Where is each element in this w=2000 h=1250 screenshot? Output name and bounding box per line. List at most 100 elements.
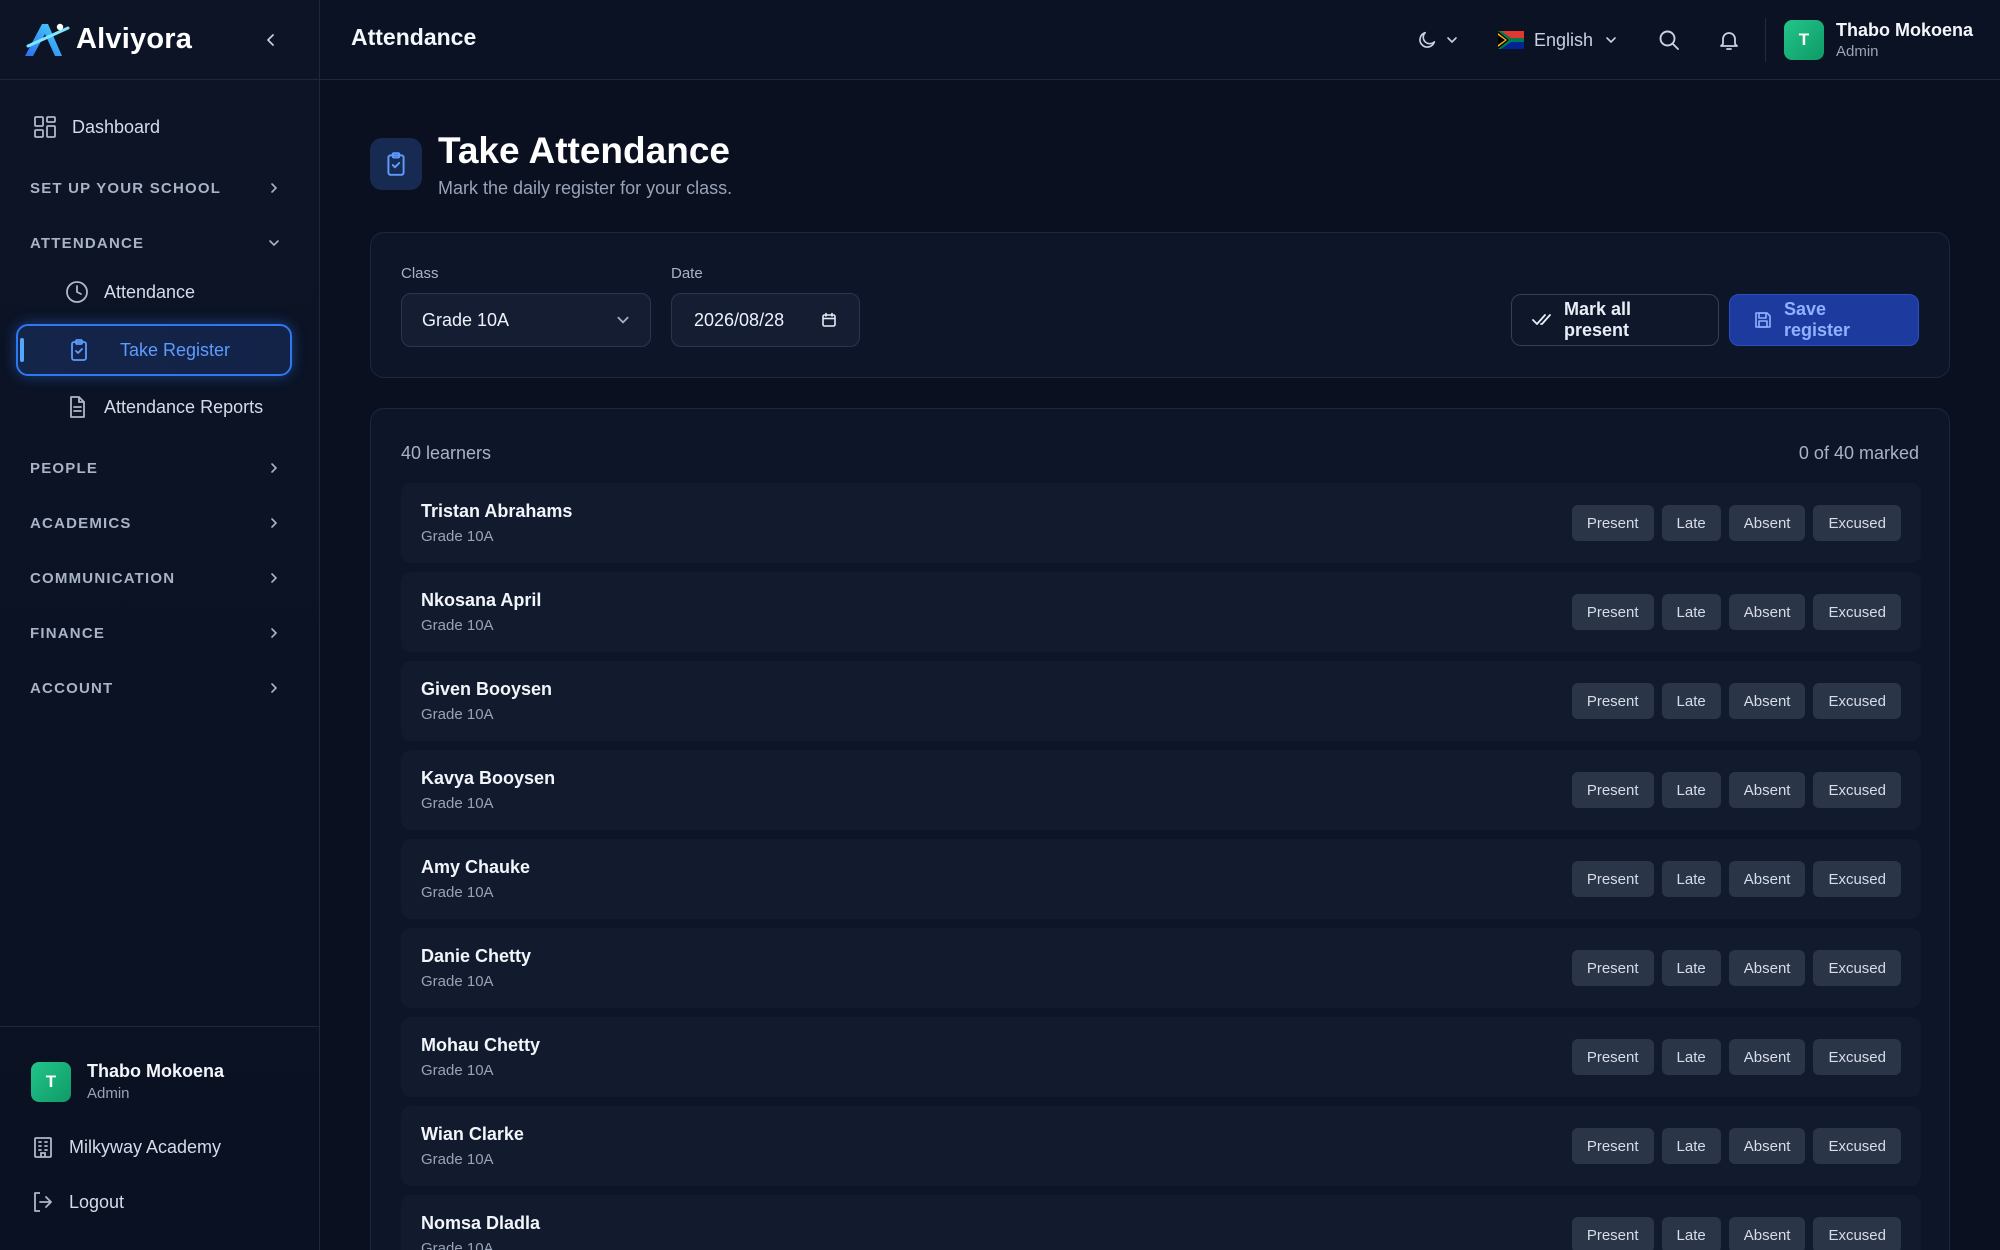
- logout-button[interactable]: Logout: [31, 1190, 124, 1214]
- calendar-icon[interactable]: [821, 312, 837, 328]
- logout-icon: [31, 1190, 55, 1214]
- sidebar-item-label: Attendance Reports: [104, 396, 264, 417]
- sidebar-item-attendance-reports[interactable]: Attendance Reports: [46, 381, 292, 433]
- status-excused-button[interactable]: Excused: [1813, 683, 1901, 719]
- sidebar-section-account[interactable]: ACCOUNT: [30, 673, 280, 703]
- status-present-button[interactable]: Present: [1571, 1128, 1654, 1164]
- learners-card: 40 learners 0 of 40 marked Tristan Abrah…: [370, 408, 1950, 1250]
- status-late-button[interactable]: Late: [1661, 594, 1721, 630]
- status-absent-button[interactable]: Absent: [1728, 1217, 1806, 1250]
- language-label: English: [1534, 29, 1594, 50]
- status-late-button[interactable]: Late: [1661, 950, 1721, 986]
- status-excused-button[interactable]: Excused: [1813, 594, 1901, 630]
- status-present-button[interactable]: Present: [1571, 950, 1654, 986]
- chevron-right-icon: [268, 627, 280, 639]
- alviyora-logo-icon: [22, 20, 72, 60]
- status-present-button[interactable]: Present: [1571, 772, 1654, 808]
- theme-toggle[interactable]: [1416, 24, 1458, 56]
- class-select[interactable]: Grade 10A: [401, 293, 651, 347]
- main-content: Take Attendance Mark the daily register …: [320, 80, 2000, 1250]
- save-register-button[interactable]: Save register: [1729, 294, 1919, 346]
- header-divider: [1765, 18, 1766, 62]
- learner-name: Nomsa Dladla: [421, 1213, 541, 1233]
- sidebar-item-take-register[interactable]: Take Register: [16, 324, 292, 376]
- date-input[interactable]: 2026/08/28: [671, 293, 860, 347]
- page-header-title: Attendance: [351, 24, 477, 50]
- learner-name: Given Booysen: [421, 679, 553, 699]
- mark-all-present-button[interactable]: Mark all present: [1511, 294, 1719, 346]
- sidebar-user-profile[interactable]: T Thabo Mokoena Admin: [31, 1061, 224, 1102]
- status-present-button[interactable]: Present: [1571, 1039, 1654, 1075]
- status-absent-button[interactable]: Absent: [1728, 861, 1806, 897]
- status-absent-button[interactable]: Absent: [1728, 1128, 1806, 1164]
- status-excused-button[interactable]: Excused: [1813, 1128, 1901, 1164]
- status-excused-button[interactable]: Excused: [1813, 1217, 1901, 1250]
- notifications-button[interactable]: [1717, 24, 1741, 56]
- sidebar-section-academics[interactable]: ACADEMICS: [30, 508, 280, 538]
- status-late-button[interactable]: Late: [1661, 1217, 1721, 1250]
- status-absent-button[interactable]: Absent: [1728, 594, 1806, 630]
- sidebar-section-attendance[interactable]: ATTENDANCE: [30, 228, 280, 258]
- sidebar-section-label: PEOPLE: [30, 459, 99, 477]
- status-present-button[interactable]: Present: [1571, 1217, 1654, 1250]
- sidebar: Alviyora Dashboard SET UP YOUR SCHOOL AT…: [0, 0, 320, 1250]
- table-row: Nkosana April Grade 10A Present Late Absent E…: [401, 572, 1921, 652]
- sidebar-section-people[interactable]: PEOPLE: [30, 453, 280, 483]
- status-present-button[interactable]: Present: [1571, 594, 1654, 630]
- sidebar-item-attendance[interactable]: Attendance: [46, 266, 292, 318]
- bell-icon: [1717, 28, 1741, 52]
- status-excused-button[interactable]: Excused: [1813, 861, 1901, 897]
- sidebar-item-label: Dashboard: [72, 116, 161, 137]
- status-excused-button[interactable]: Excused: [1813, 772, 1901, 808]
- status-absent-button[interactable]: Absent: [1728, 772, 1806, 808]
- language-selector[interactable]: English: [1498, 24, 1617, 56]
- status-late-button[interactable]: Late: [1661, 861, 1721, 897]
- status-late-button[interactable]: Late: [1661, 683, 1721, 719]
- table-row: Wian Clarke Grade 10A Present Late Absent Exc…: [401, 1106, 1921, 1186]
- chevron-right-icon: [268, 462, 280, 474]
- status-absent-button[interactable]: Absent: [1728, 505, 1806, 541]
- sidebar-section-setup[interactable]: SET UP YOUR SCHOOL: [30, 173, 280, 203]
- collapse-sidebar-icon[interactable]: [257, 26, 285, 54]
- status-absent-button[interactable]: Absent: [1728, 1039, 1806, 1075]
- avatar: T: [31, 1061, 71, 1102]
- learner-name: Nkosana April: [421, 590, 542, 610]
- brand-name: Alviyora: [76, 23, 193, 55]
- topbar: Attendance English T Thabo Mokoena Admin: [320, 0, 2000, 80]
- status-absent-button[interactable]: Absent: [1728, 683, 1806, 719]
- status-button-group: Present Late Absent Excused: [1571, 1128, 1901, 1164]
- clipboard-check-icon: [66, 337, 92, 363]
- avatar: T: [1784, 20, 1824, 60]
- status-excused-button[interactable]: Excused: [1813, 950, 1901, 986]
- sidebar-section-communication[interactable]: COMMUNICATION: [30, 563, 280, 593]
- learner-grade: Grade 10A: [421, 795, 494, 812]
- status-present-button[interactable]: Present: [1571, 683, 1654, 719]
- learner-grade: Grade 10A: [421, 884, 494, 901]
- save-register-label: Save register: [1784, 299, 1851, 340]
- user-role: Admin: [1836, 43, 1879, 60]
- sidebar-footer: T Thabo Mokoena Admin Milkyway Academy L…: [0, 1026, 320, 1250]
- sidebar-section-finance[interactable]: FINANCE: [30, 618, 280, 648]
- table-row: Danie Chetty Grade 10A Present Late Absent Ex…: [401, 928, 1921, 1008]
- learner-name: Wian Clarke: [421, 1124, 524, 1144]
- status-present-button[interactable]: Present: [1571, 505, 1654, 541]
- status-excused-button[interactable]: Excused: [1813, 1039, 1901, 1075]
- double-check-icon: [1532, 312, 1552, 328]
- class-select-value: Grade 10A: [422, 309, 510, 330]
- status-present-button[interactable]: Present: [1571, 861, 1654, 897]
- learner-grade: Grade 10A: [421, 973, 494, 990]
- status-late-button[interactable]: Late: [1661, 1128, 1721, 1164]
- status-excused-button[interactable]: Excused: [1813, 505, 1901, 541]
- status-late-button[interactable]: Late: [1661, 772, 1721, 808]
- learner-name: Mohau Chetty: [421, 1035, 540, 1055]
- school-switcher[interactable]: Milkyway Academy: [31, 1135, 221, 1159]
- status-late-button[interactable]: Late: [1661, 505, 1721, 541]
- search-button[interactable]: [1657, 24, 1681, 56]
- status-absent-button[interactable]: Absent: [1728, 950, 1806, 986]
- chevron-down-icon: [1446, 34, 1458, 46]
- header-user-menu[interactable]: T Thabo Mokoena Admin: [1784, 20, 1973, 60]
- status-button-group: Present Late Absent Excused: [1571, 772, 1901, 808]
- status-late-button[interactable]: Late: [1661, 1039, 1721, 1075]
- clipboard-check-icon: [370, 138, 422, 190]
- sidebar-item-dashboard[interactable]: Dashboard: [16, 101, 292, 153]
